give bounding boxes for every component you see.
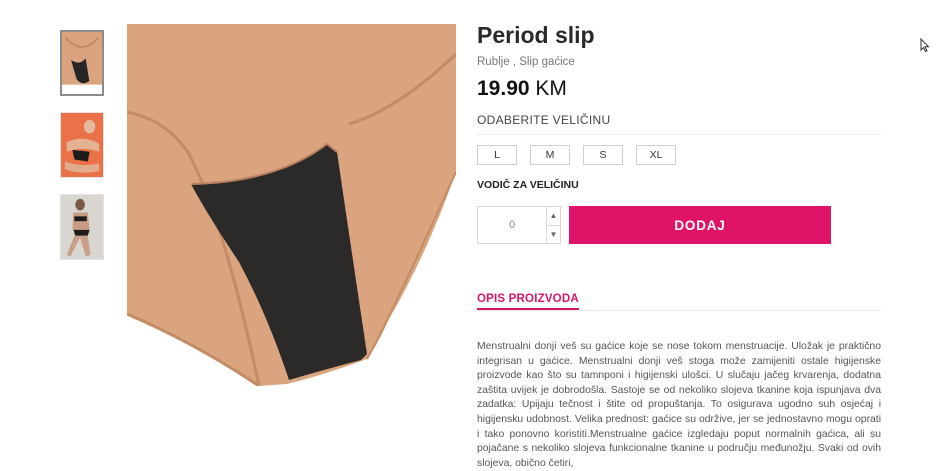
quantity-input[interactable] [478, 207, 546, 243]
size-option-l[interactable]: L [477, 145, 517, 165]
size-option-m[interactable]: M [530, 145, 570, 165]
price-amount: 19.90 [477, 77, 530, 100]
thumbnail-gallery [60, 30, 106, 276]
quantity-step-buttons: ▲ ▼ [546, 207, 560, 243]
thumbnail-model-reclining[interactable] [60, 112, 104, 178]
size-option-xl[interactable]: XL [636, 145, 676, 165]
main-product-image[interactable] [127, 24, 456, 386]
divider [477, 134, 881, 135]
tab-divider [477, 310, 881, 311]
price-currency: KM [535, 77, 567, 100]
breadcrumb-category[interactable]: Rublje [477, 56, 510, 68]
chevron-up-icon[interactable]: ▲ [547, 207, 560, 225]
breadcrumb-separator: , [509, 56, 520, 68]
size-option-s[interactable]: S [583, 145, 623, 165]
size-select-label: ODABERITE VELIČINU [477, 113, 611, 127]
product-price: 19.90 KM [477, 77, 567, 101]
size-options: L M S XL [477, 145, 676, 165]
size-guide-link[interactable]: VODIČ ZA VELIČINU [477, 179, 579, 191]
tab-product-description[interactable]: OPIS PROIZVODA [477, 293, 579, 310]
quantity-stepper: ▲ ▼ [477, 206, 561, 244]
chevron-down-icon[interactable]: ▼ [547, 224, 560, 244]
breadcrumb: Rublje , Slip gaćice [477, 56, 575, 68]
product-title: Period slip [477, 22, 595, 48]
mouse-cursor-icon [920, 38, 930, 52]
product-description: Menstrualni donji veš su gaćice koje se … [477, 341, 881, 469]
thumbnail-product-closeup[interactable] [60, 30, 104, 96]
thumbnail-model-standing[interactable] [60, 194, 104, 260]
breadcrumb-subcategory[interactable]: Slip gaćice [519, 56, 575, 68]
add-to-cart-button[interactable]: DODAJ [569, 206, 831, 244]
